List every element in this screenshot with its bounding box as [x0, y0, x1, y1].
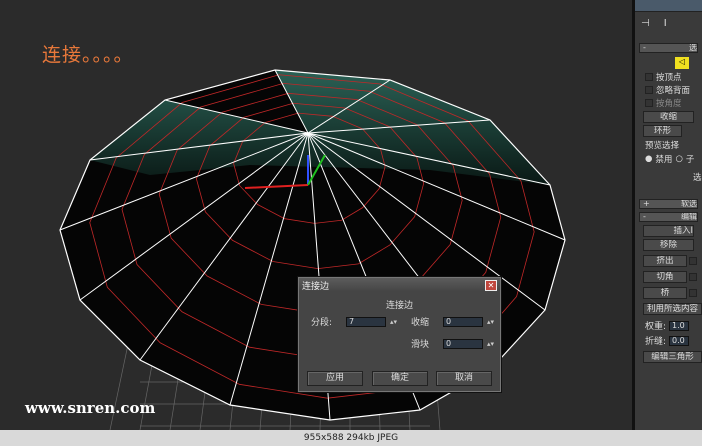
- watermark: www.snren.com: [25, 399, 156, 417]
- extrude-button[interactable]: 挤出: [643, 255, 687, 267]
- polygon-mode-icon[interactable]: ◁: [675, 57, 689, 69]
- image-info-bar: 955x588 294kb JPEG: [0, 430, 702, 446]
- rollout-soft-selection[interactable]: + 软选: [639, 199, 698, 209]
- hierarchy-icon[interactable]: ⊣: [641, 18, 650, 29]
- caption-text: 连接。。。。: [42, 44, 134, 66]
- select-label: 选: [693, 173, 702, 183]
- rollout-selection[interactable]: -选: [639, 43, 698, 53]
- checkbox-ignore-backfacing[interactable]: 忽略背面: [645, 84, 692, 96]
- checkbox-by-vertex[interactable]: 按顶点: [645, 71, 692, 83]
- crease-label: 折缝:: [645, 337, 667, 347]
- chamfer-button[interactable]: 切角: [643, 271, 687, 283]
- cancel-button[interactable]: 取消: [436, 371, 492, 386]
- dialog-titlebar[interactable]: 连接边 ✕: [299, 278, 500, 292]
- slide-input[interactable]: 0: [443, 338, 484, 349]
- segments-input[interactable]: 7: [346, 316, 387, 327]
- pinch-input[interactable]: 0: [443, 316, 484, 327]
- insert-vertex-button[interactable]: 插入I: [643, 225, 694, 237]
- slide-spinner[interactable]: ▴▾: [487, 340, 494, 348]
- dialog-heading: 连接边: [385, 301, 413, 311]
- edit-triangulation-button[interactable]: 编辑三角形: [643, 351, 702, 363]
- weight-label: 权重:: [645, 322, 667, 332]
- rollout-edit[interactable]: - 编辑: [639, 212, 698, 222]
- radio-off[interactable]: ●: [645, 154, 652, 164]
- preview-label: 预览选择: [645, 141, 680, 151]
- slide-label: 滑块: [411, 340, 430, 350]
- pinch-spinner[interactable]: ▴▾: [487, 318, 494, 326]
- use-selected-button[interactable]: 利用所选内容: [643, 303, 702, 315]
- weight-input[interactable]: 1.0: [669, 320, 690, 331]
- ok-button[interactable]: 确定: [372, 371, 428, 386]
- ring-button[interactable]: 环形: [643, 125, 682, 137]
- extrude-settings[interactable]: [689, 257, 697, 265]
- dialog-title: 连接边: [302, 281, 330, 292]
- bridge-settings[interactable]: [689, 289, 697, 297]
- command-panel: ⊣ Ⅰ -选 ◁ 按顶点 忽略背面 按角度 收缩 环形 预览选择 ● 禁用 ○ 子 选 …: [632, 0, 702, 430]
- segments-spinner[interactable]: ▴▾: [390, 318, 397, 326]
- bridge-button[interactable]: 桥: [643, 287, 687, 299]
- checkbox-by-angle[interactable]: 按角度: [645, 97, 692, 109]
- crease-input[interactable]: 0.0: [669, 335, 690, 346]
- pinch-label: 收缩: [411, 318, 430, 328]
- close-icon[interactable]: ✕: [485, 279, 497, 291]
- panel-tabs[interactable]: [635, 0, 702, 12]
- chamfer-settings[interactable]: [689, 273, 697, 281]
- utility-icon[interactable]: Ⅰ: [664, 18, 667, 29]
- remove-button[interactable]: 移除: [643, 239, 694, 251]
- radio-sub[interactable]: ○: [675, 154, 682, 164]
- segments-label: 分段:: [311, 318, 333, 328]
- apply-button[interactable]: 应用: [307, 371, 363, 386]
- shrink-button[interactable]: 收缩: [643, 111, 694, 123]
- connect-edges-dialog: 连接边 ✕ 连接边 分段: 7 ▴▾ 收缩 0 ▴▾ 滑块 0 ▴▾ 应用 确定 取消: [298, 277, 501, 392]
